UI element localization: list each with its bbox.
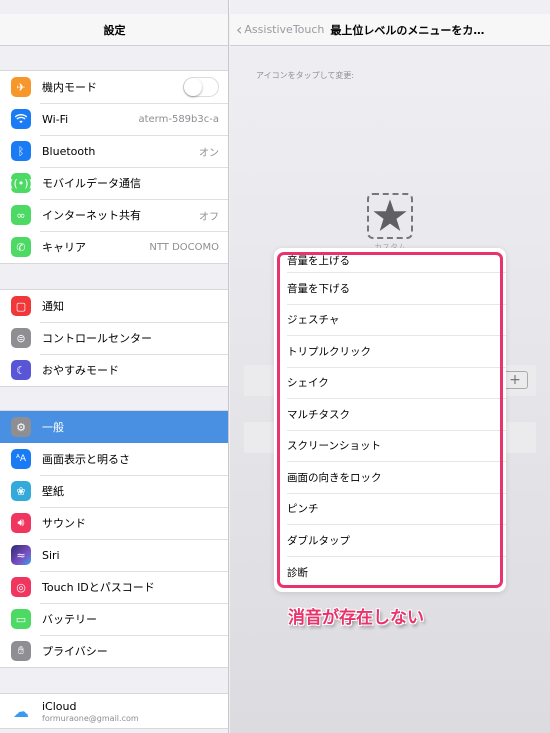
wallpaper-icon: ❀ — [11, 481, 31, 501]
cloud-icon: ☁ — [13, 701, 29, 721]
sidebar-item-do-not-disturb[interactable]: ☾ おやすみモード — [0, 354, 228, 386]
icloud-email: formuraone@gmail.com — [42, 713, 139, 723]
airplane-mode-toggle[interactable] — [183, 77, 219, 97]
row-label: 一般 — [42, 421, 64, 434]
row-label: コントロールセンター — [42, 332, 152, 345]
bluetooth-value: オン — [199, 147, 219, 159]
row-label: モバイルデータ通信 — [42, 177, 141, 190]
row-label: 通知 — [42, 300, 64, 313]
action-pinch[interactable]: ピンチ — [287, 494, 506, 525]
bluetooth-icon: ᛒ — [11, 141, 31, 161]
fingerprint-icon: ◎ — [11, 577, 31, 597]
settings-group-connectivity: ✈ 機内モード Wi-Fi aterm-589b3c-a ᛒ Bluetooth… — [0, 70, 228, 264]
gear-icon: ⚙ — [11, 417, 31, 437]
row-label: インターネット共有 — [42, 209, 141, 222]
sidebar-item-carrier[interactable]: ✆ キャリア NTT DOCOMO — [0, 231, 228, 263]
sidebar-item-battery[interactable]: ▭ バッテリー — [0, 603, 228, 635]
sidebar-item-bluetooth[interactable]: ᛒ Bluetooth オン — [0, 135, 228, 167]
tap-icon-hint: アイコンをタップして変更: — [256, 71, 355, 80]
sidebar-title: 設定 — [103, 23, 126, 37]
row-label: 壁紙 — [42, 485, 64, 498]
moon-icon: ☾ — [11, 360, 31, 380]
phone-icon: ✆ — [11, 237, 31, 257]
sidebar-item-icloud[interactable]: ☁ iCloud formuraone@gmail.com — [0, 694, 228, 728]
sidebar-item-sounds[interactable]: 🔊︎ サウンド — [0, 507, 228, 539]
row-label: キャリア — [42, 241, 86, 254]
action-list: 音量を上げる 音量を下げる ジェスチャ トリプルクリック シェイク マルチタスク… — [274, 248, 506, 592]
row-label: Touch IDとパスコード — [42, 581, 155, 594]
sidebar-nav-bar: 設定 — [0, 14, 228, 46]
hotspot-value: オフ — [199, 211, 219, 223]
settings-group-notifications: ▢ 通知 ⊜ コントロールセンター ☾ おやすみモード — [0, 289, 228, 387]
row-label: プライバシー — [42, 645, 108, 658]
settings-group-general: ⚙ 一般 ᴬA 画面表示と明るさ ❀ 壁紙 🔊︎ サウンド ≈ Siri ◎ T… — [0, 410, 228, 668]
icloud-label: iCloud — [42, 699, 77, 713]
toggle-knob — [184, 78, 202, 96]
text-size-icon: ᴬA — [11, 449, 31, 469]
sidebar-item-airplane-mode[interactable]: ✈ 機内モード — [0, 71, 228, 103]
page-title: 最上位レベルのメニューをカ… — [330, 23, 485, 37]
row-label: バッテリー — [42, 613, 97, 626]
sidebar-item-mobile-data[interactable]: ((•)) モバイルデータ通信 — [0, 167, 228, 199]
control-center-icon: ⊜ — [11, 328, 31, 348]
detail-nav-bar: ‹ AssistiveTouch 最上位レベルのメニューをカ… — [230, 14, 550, 46]
sidebar-item-personal-hotspot[interactable]: ∞ インターネット共有 オフ — [0, 199, 228, 231]
sidebar-item-notifications[interactable]: ▢ 通知 — [0, 290, 228, 322]
back-label: AssistiveTouch — [244, 23, 325, 36]
wifi-network-value: aterm-589b3c-a — [138, 113, 219, 125]
sidebar-item-display-brightness[interactable]: ᴬA 画面表示と明るさ — [0, 443, 228, 475]
action-screenshot[interactable]: スクリーンショット — [287, 431, 506, 462]
annotation-caption: 消音が存在しない — [288, 608, 424, 628]
airplane-icon: ✈ — [11, 77, 31, 97]
row-label: Siri — [42, 548, 60, 562]
notifications-icon: ▢ — [11, 296, 31, 316]
hand-icon: ✋︎ — [11, 641, 31, 661]
chevron-left-icon: ‹ — [236, 19, 243, 39]
sidebar-item-siri[interactable]: ≈ Siri — [0, 539, 228, 571]
action-volume-up[interactable]: 音量を上げる — [287, 248, 506, 273]
hotspot-icon: ∞ — [11, 205, 31, 225]
action-rotation-lock[interactable]: 画面の向きをロック — [287, 462, 506, 494]
sidebar-item-touch-id[interactable]: ◎ Touch IDとパスコード — [0, 571, 228, 603]
action-double-tap[interactable]: ダブルタップ — [287, 525, 506, 557]
row-label: サウンド — [42, 517, 86, 530]
settings-group-accounts: ☁ iCloud formuraone@gmail.com — [0, 693, 228, 729]
siri-icon: ≈ — [11, 545, 31, 565]
row-label: 機内モード — [42, 81, 97, 94]
battery-setting-icon: ▭ — [11, 609, 31, 629]
row-label: 画面表示と明るさ — [42, 453, 130, 466]
row-label: おやすみモード — [42, 364, 119, 377]
star-icon — [373, 199, 407, 232]
action-gesture[interactable]: ジェスチャ — [287, 305, 506, 336]
settings-sidebar: 設定 ✈ 機内モード Wi-Fi aterm-589b3c-a ᛒ Blueto… — [0, 0, 229, 733]
speaker-icon: 🔊︎ — [11, 513, 31, 533]
row-label: Wi-Fi — [42, 112, 69, 126]
wifi-icon — [11, 109, 31, 129]
action-multitask[interactable]: マルチタスク — [287, 399, 506, 431]
sidebar-item-wallpaper[interactable]: ❀ 壁紙 — [0, 475, 228, 507]
action-picker-popover: 音量を上げる 音量を下げる ジェスチャ トリプルクリック シェイク マルチタスク… — [274, 248, 506, 592]
carrier-value: NTT DOCOMO — [149, 241, 219, 253]
action-diagnostics[interactable]: 診断 — [287, 557, 506, 589]
sidebar-item-control-center[interactable]: ⊜ コントロールセンター — [0, 322, 228, 354]
row-label: Bluetooth — [42, 144, 96, 158]
antenna-icon: ((•)) — [9, 173, 33, 193]
action-shake[interactable]: シェイク — [287, 368, 506, 399]
action-triple-click[interactable]: トリプルクリック — [287, 336, 506, 368]
action-volume-down[interactable]: 音量を下げる — [287, 273, 506, 305]
back-button[interactable]: ‹ AssistiveTouch — [236, 19, 325, 39]
custom-icon-slot[interactable] — [367, 193, 413, 239]
sidebar-item-general[interactable]: ⚙ 一般 — [0, 411, 228, 443]
sidebar-item-privacy[interactable]: ✋︎ プライバシー — [0, 635, 228, 667]
sidebar-item-wifi[interactable]: Wi-Fi aterm-589b3c-a — [0, 103, 228, 135]
